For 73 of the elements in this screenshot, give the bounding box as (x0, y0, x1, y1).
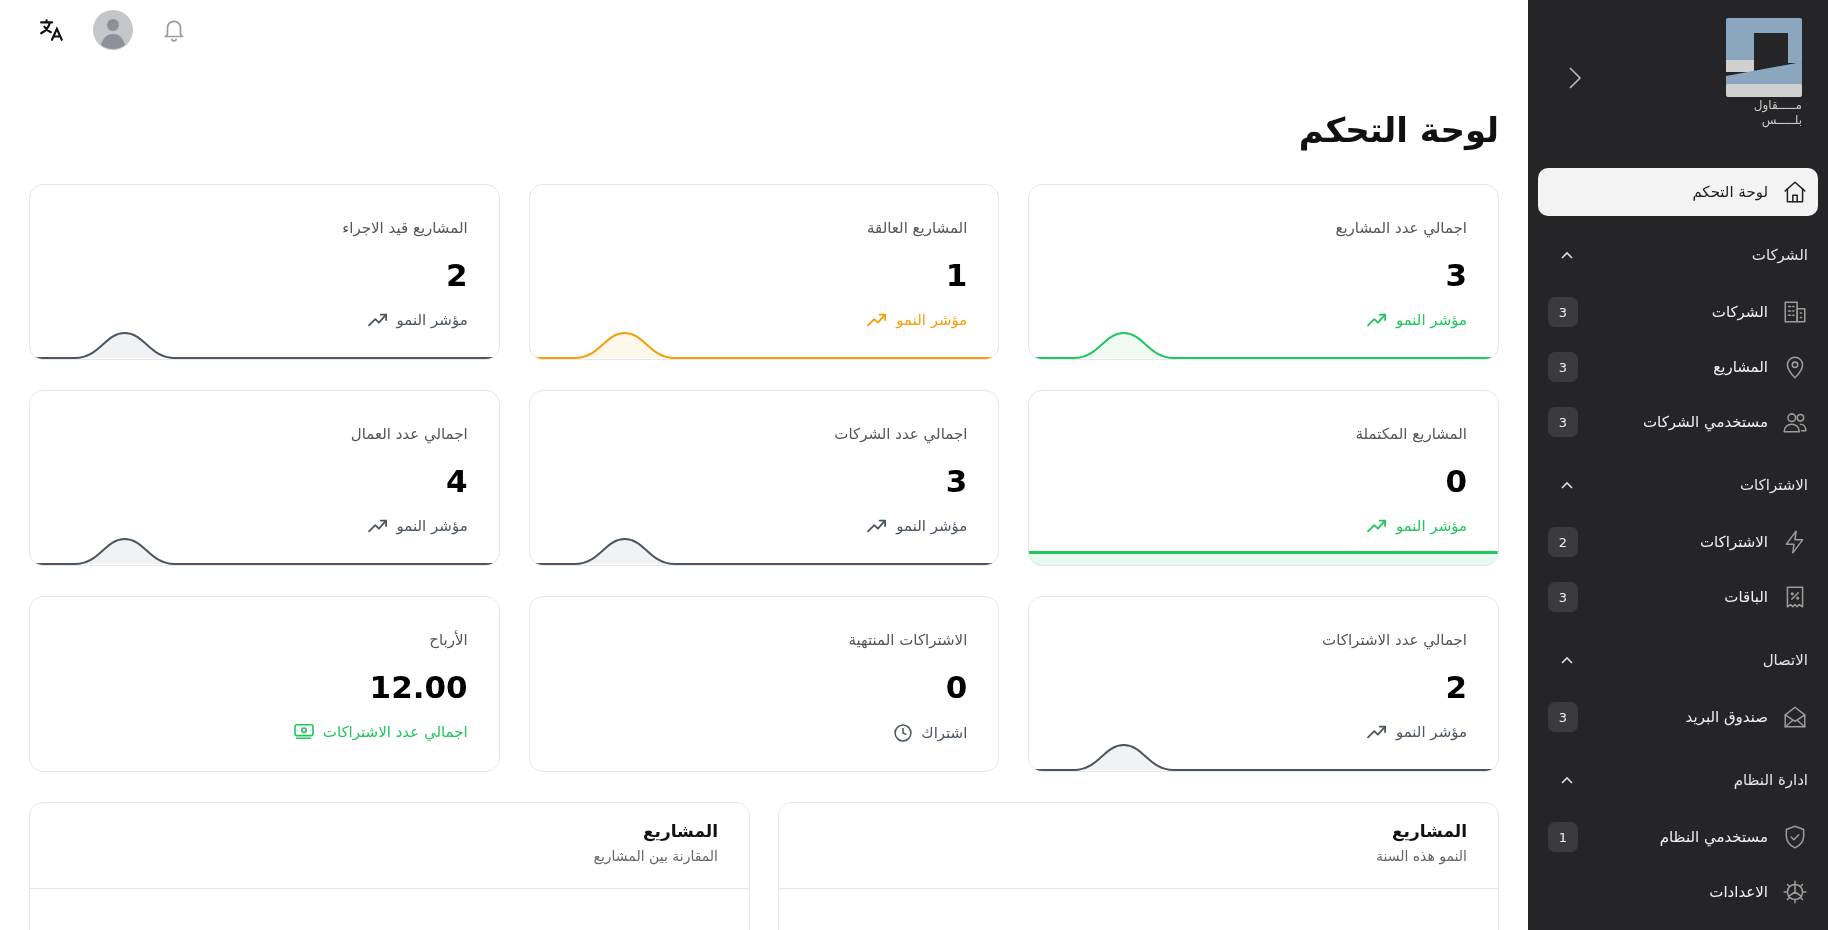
section-header[interactable]: ادارة النظام (1538, 755, 1818, 805)
count-badge: 3 (1548, 702, 1578, 732)
clock-icon (893, 723, 914, 743)
card-value: 3 (945, 463, 968, 501)
trending-up-icon (366, 517, 389, 535)
trending-up-icon (1365, 311, 1388, 329)
trend-label: مؤشر النمو (896, 311, 968, 329)
logo-text: مـــــقاول (1752, 98, 1802, 113)
card-value: 0 (1445, 463, 1467, 501)
count-badge: 1 (1548, 822, 1578, 852)
card-title: اجمالي عدد الاشتراكات (1322, 631, 1467, 652)
nav-label: مستخدمي الشركات (1642, 413, 1768, 431)
count-badge: 3 (1548, 582, 1578, 612)
card-title: المشاريع المكتملة (1355, 425, 1467, 445)
trending-up-icon (1365, 723, 1388, 741)
trending-up-icon (366, 311, 389, 329)
panel-title: المشاريع (642, 821, 718, 841)
section-header[interactable]: الشركات (1538, 230, 1818, 280)
trend-label: مؤشر النمو (1395, 723, 1467, 741)
card-title: المشاريع العالقة (867, 219, 968, 239)
nav-label: الاعدادات (1709, 883, 1768, 901)
count-badge: 3 (1548, 297, 1578, 327)
nav-item[interactable]: لوحة التحكم (1538, 168, 1818, 216)
settings-icon (1782, 879, 1808, 905)
nav-item[interactable]: الاعدادات (1538, 868, 1818, 916)
card-value: 12.00 (369, 669, 468, 707)
trend-label: مؤشر النمو (896, 517, 968, 535)
count-badge: 3 (1548, 352, 1578, 382)
trending-up-icon (866, 517, 889, 535)
card-title: اجمالي عدد المشاريع (1335, 219, 1467, 240)
trend-label: مؤشر النمو (396, 517, 468, 535)
card-value: 2 (1445, 669, 1467, 707)
trend-label: مؤشر النمو (1395, 311, 1467, 329)
nav-label: لوحة التحكم (1692, 183, 1768, 201)
section-header[interactable]: الاشتراكات (1538, 460, 1818, 510)
card-title: المشاريع قيد الاجراء (342, 219, 468, 239)
card-value: 1 (945, 257, 968, 295)
avatar[interactable] (93, 10, 133, 50)
building-icon (1782, 299, 1808, 325)
trend-label: اشتراك (921, 724, 968, 742)
card-value: 3 (1445, 257, 1467, 295)
home-icon (1782, 179, 1808, 205)
trend-label: مؤشر النمو (396, 311, 468, 329)
card-value: 2 (446, 257, 468, 295)
panel-subtitle: النمو هذه السنة (1375, 848, 1467, 864)
card-title: اجمالي عدد العمال (350, 425, 468, 446)
count-badge: 2 (1548, 527, 1578, 557)
card-title: الاشتراكات المنتهية (848, 631, 968, 651)
count-badge: 3 (1548, 407, 1578, 437)
card-title: اجمالي عدد الشركات (834, 425, 968, 446)
trending-up-icon (1365, 517, 1388, 535)
nav-label: الاشتراكات (1699, 533, 1768, 551)
panel-subtitle: المقارنة بين المشاريع (593, 848, 718, 864)
card-value: 0 (945, 669, 968, 707)
card-title: الأرباح (429, 631, 468, 651)
logo-text: بلـــــس (1760, 113, 1802, 128)
cash-icon (292, 723, 315, 741)
trending-up-icon (866, 311, 889, 329)
envelope-icon (1782, 704, 1808, 730)
page-title: لوحة التحكم (1297, 109, 1499, 153)
nav-label: الشركات (1711, 303, 1768, 321)
translate-icon[interactable] (39, 17, 65, 43)
card-value: 4 (446, 463, 468, 501)
section-header[interactable]: الاتصال (1538, 635, 1818, 685)
logo-icon (1726, 18, 1802, 98)
nav-label: مستخدمي النظام (1659, 828, 1768, 846)
nav-label: المشاريع (1713, 358, 1768, 376)
panel-title: المشاريع (1391, 821, 1467, 841)
nav-label: صندوق البريد (1685, 708, 1768, 726)
nav-label: الباقات (1724, 588, 1768, 606)
trend-label: اجمالي عدد الاشتراكات (322, 723, 468, 741)
chevron-right-icon[interactable] (1568, 66, 1582, 90)
trend-label: مؤشر النمو (1395, 517, 1467, 535)
